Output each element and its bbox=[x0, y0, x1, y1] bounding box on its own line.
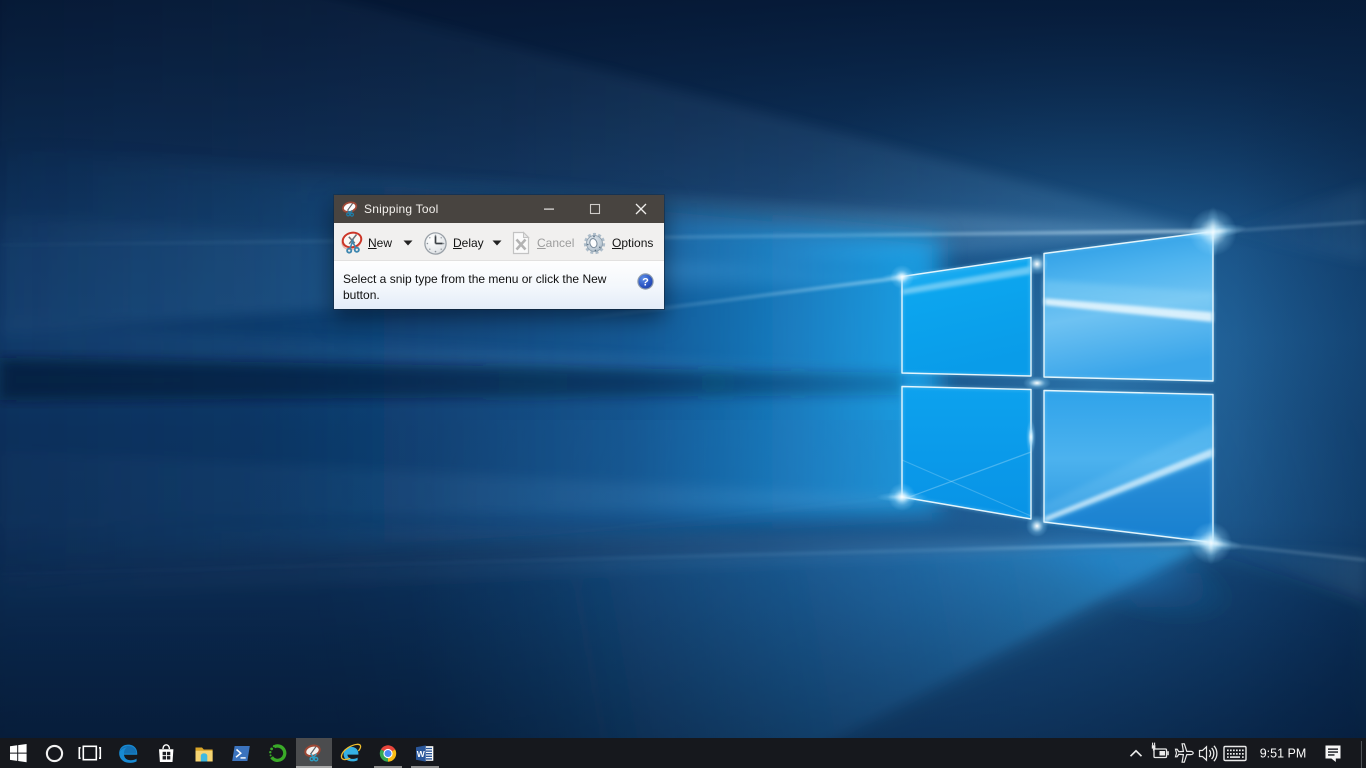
svg-text:W: W bbox=[417, 749, 426, 759]
svg-text:9:51 PM: 9:51 PM bbox=[1260, 747, 1307, 761]
svg-text:?: ? bbox=[642, 276, 649, 288]
